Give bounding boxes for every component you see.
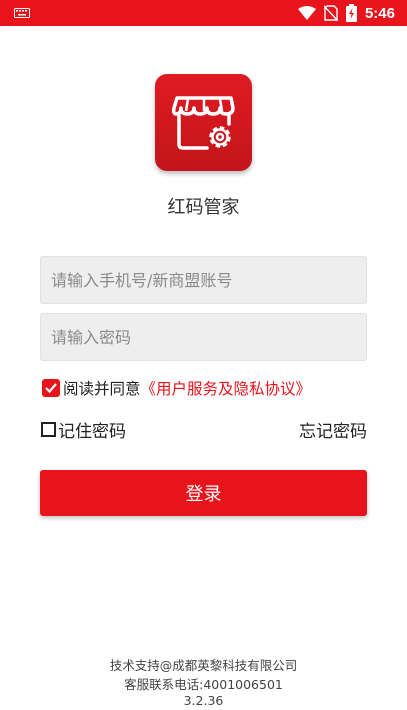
login-button[interactable]: 登录 [40, 470, 367, 516]
agreement-link[interactable]: 《用户服务及隐私协议》 [141, 377, 312, 399]
agree-checkbox[interactable] [42, 379, 60, 397]
wifi-icon [297, 6, 316, 20]
app-logo [155, 74, 252, 171]
forgot-password-link[interactable]: 忘记密码 [299, 417, 367, 442]
keyboard-icon [14, 8, 30, 18]
account-input[interactable] [41, 257, 366, 303]
remember-password-toggle[interactable]: 记住密码 [41, 417, 126, 442]
check-icon [45, 383, 57, 394]
agree-text: 阅读并同意 [63, 380, 141, 398]
footer-version: 3.2.36 [183, 693, 224, 708]
store-gear-icon [171, 95, 235, 150]
remember-checkbox[interactable] [41, 422, 56, 437]
footer-support: 技术支持@成都英黎科技有限公司 [109, 658, 298, 673]
battery-charging-icon [345, 4, 357, 22]
agreement-row: 阅读并同意 《用户服务及隐私协议》 [42, 377, 311, 399]
account-field[interactable] [40, 256, 367, 304]
password-input[interactable] [41, 314, 366, 360]
status-bar: 5:46 [0, 0, 407, 26]
app-name: 红码管家 [167, 197, 240, 218]
remember-label: 记住密码 [58, 422, 126, 442]
no-sim-icon [323, 5, 338, 21]
status-time: 5:46 [364, 4, 395, 22]
password-field[interactable] [40, 313, 367, 361]
footer-hotline: 客服联系电话:4001006501 [124, 677, 283, 692]
